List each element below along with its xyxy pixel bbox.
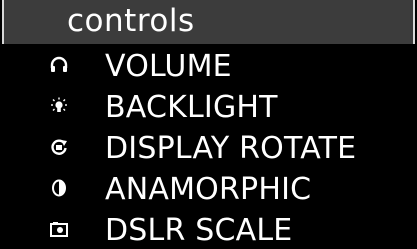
menu-item-backlight[interactable]: BACKLIGHT xyxy=(2,85,415,126)
rotate-icon xyxy=(50,138,68,156)
menu-item-label: DSLR SCALE xyxy=(105,213,293,248)
menu-item-volume[interactable]: VOLUME xyxy=(2,44,415,85)
lightbulb-icon xyxy=(50,97,68,115)
menu-item-label: VOLUME xyxy=(105,49,232,84)
controls-screen: controls VOLUME BACKLIGHT DISPLAY ROTATE… xyxy=(2,0,415,249)
camera-icon xyxy=(50,220,68,238)
menu-item-anamorphic[interactable]: ANAMORPHIC xyxy=(2,167,415,208)
contrast-icon xyxy=(50,179,68,197)
menu-item-label: DISPLAY ROTATE xyxy=(105,131,357,166)
header-bar: controls xyxy=(2,0,415,44)
headphones-icon xyxy=(50,56,68,74)
menu-item-dslr-scale[interactable]: DSLR SCALE xyxy=(2,208,415,249)
controls-menu: VOLUME BACKLIGHT DISPLAY ROTATE ANAMORPH… xyxy=(2,44,415,249)
menu-item-label: ANAMORPHIC xyxy=(105,172,312,207)
page-title: controls xyxy=(67,3,195,39)
menu-item-label: BACKLIGHT xyxy=(105,90,278,125)
menu-item-display-rotate[interactable]: DISPLAY ROTATE xyxy=(2,126,415,167)
